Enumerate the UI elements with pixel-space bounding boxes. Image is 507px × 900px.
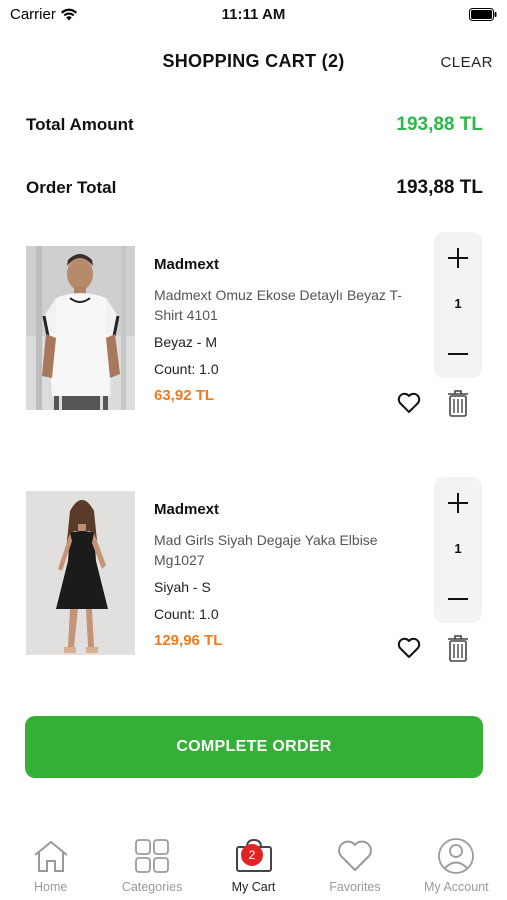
- add-to-favorites-button[interactable]: [396, 635, 422, 661]
- total-amount-row: Total Amount 193,88 TL: [26, 110, 483, 140]
- product-name[interactable]: Madmext Omuz Ekose Detaylı Beyaz T-Shirt…: [154, 285, 404, 325]
- home-icon: [31, 836, 71, 876]
- total-amount-value: 193,88 TL: [396, 114, 483, 135]
- order-total-value: 193,88 TL: [396, 177, 483, 198]
- user-icon: [436, 836, 476, 876]
- product-count: Count: 1.0: [154, 361, 219, 377]
- remove-item-button[interactable]: [446, 388, 470, 418]
- clear-cart-button[interactable]: CLEAR: [440, 54, 493, 71]
- quantity-stepper: 1: [434, 232, 482, 378]
- cart-count-badge: 2: [241, 844, 263, 866]
- product-brand: Madmext: [154, 501, 220, 518]
- product-price: 129,96 TL: [154, 632, 223, 649]
- decrease-quantity-button[interactable]: [434, 577, 482, 621]
- tab-bar: Home Categories My Cart Favorites My Acc…: [0, 836, 507, 900]
- increase-quantity-button[interactable]: [434, 236, 482, 280]
- quantity-value: 1: [454, 541, 462, 556]
- cart-item: Madmext Mad Girls Siyah Degaje Yaka Elbi…: [0, 477, 507, 662]
- nav-bar: SHOPPING CART (2) CLEAR: [0, 42, 507, 82]
- complete-order-button[interactable]: COMPLETE ORDER: [25, 716, 483, 778]
- tab-label: My Account: [424, 880, 489, 894]
- tab-label: Home: [34, 880, 68, 894]
- heart-icon: [397, 637, 421, 658]
- product-photo-tshirt: [26, 246, 135, 410]
- page-title: SHOPPING CART (2): [162, 51, 345, 71]
- battery-icon: [469, 8, 497, 21]
- tab-my-account[interactable]: My Account: [406, 836, 507, 900]
- product-photo-dress: [26, 491, 135, 655]
- product-variant: Beyaz - M: [154, 334, 218, 350]
- tab-home[interactable]: Home: [0, 836, 101, 900]
- product-image[interactable]: [26, 246, 135, 410]
- tab-favorites[interactable]: Favorites: [304, 836, 405, 900]
- product-info: Madmext Mad Girls Siyah Degaje Yaka Elbi…: [154, 501, 404, 649]
- plus-icon: [448, 248, 468, 268]
- quantity-value: 1: [454, 296, 462, 311]
- heart-icon: [335, 836, 375, 876]
- add-to-favorites-button[interactable]: [396, 390, 422, 416]
- minus-icon: [448, 353, 468, 355]
- quantity-stepper: 1: [434, 477, 482, 623]
- status-bar: Carrier 11:11 AM: [0, 0, 507, 30]
- product-variant: Siyah - S: [154, 579, 211, 595]
- product-image[interactable]: [26, 491, 135, 655]
- tab-label: Categories: [121, 880, 183, 894]
- trash-icon: [448, 390, 468, 417]
- order-total-label: Order Total: [26, 178, 117, 197]
- product-info: Madmext Madmext Omuz Ekose Detaylı Beyaz…: [154, 256, 404, 404]
- plus-icon: [448, 493, 468, 513]
- total-amount-label: Total Amount: [26, 115, 134, 134]
- product-brand: Madmext: [154, 256, 220, 273]
- decrease-quantity-button[interactable]: [434, 332, 482, 376]
- heart-icon: [397, 392, 421, 413]
- product-price: 63,92 TL: [154, 387, 215, 404]
- grid-icon: [132, 836, 172, 876]
- order-total-row: Order Total 193,88 TL: [26, 173, 483, 203]
- cart-item: Madmext Madmext Omuz Ekose Detaylı Beyaz…: [0, 232, 507, 417]
- remove-item-button[interactable]: [446, 633, 470, 663]
- tab-categories[interactable]: Categories: [101, 836, 202, 900]
- product-name[interactable]: Mad Girls Siyah Degaje Yaka Elbise Mg102…: [154, 530, 404, 570]
- status-time: 11:11 AM: [221, 6, 286, 23]
- tab-label: My Cart: [231, 880, 276, 894]
- product-count: Count: 1.0: [154, 606, 219, 622]
- tab-label: Favorites: [329, 880, 381, 894]
- increase-quantity-button[interactable]: [434, 481, 482, 525]
- trash-icon: [448, 635, 468, 662]
- minus-icon: [448, 598, 468, 600]
